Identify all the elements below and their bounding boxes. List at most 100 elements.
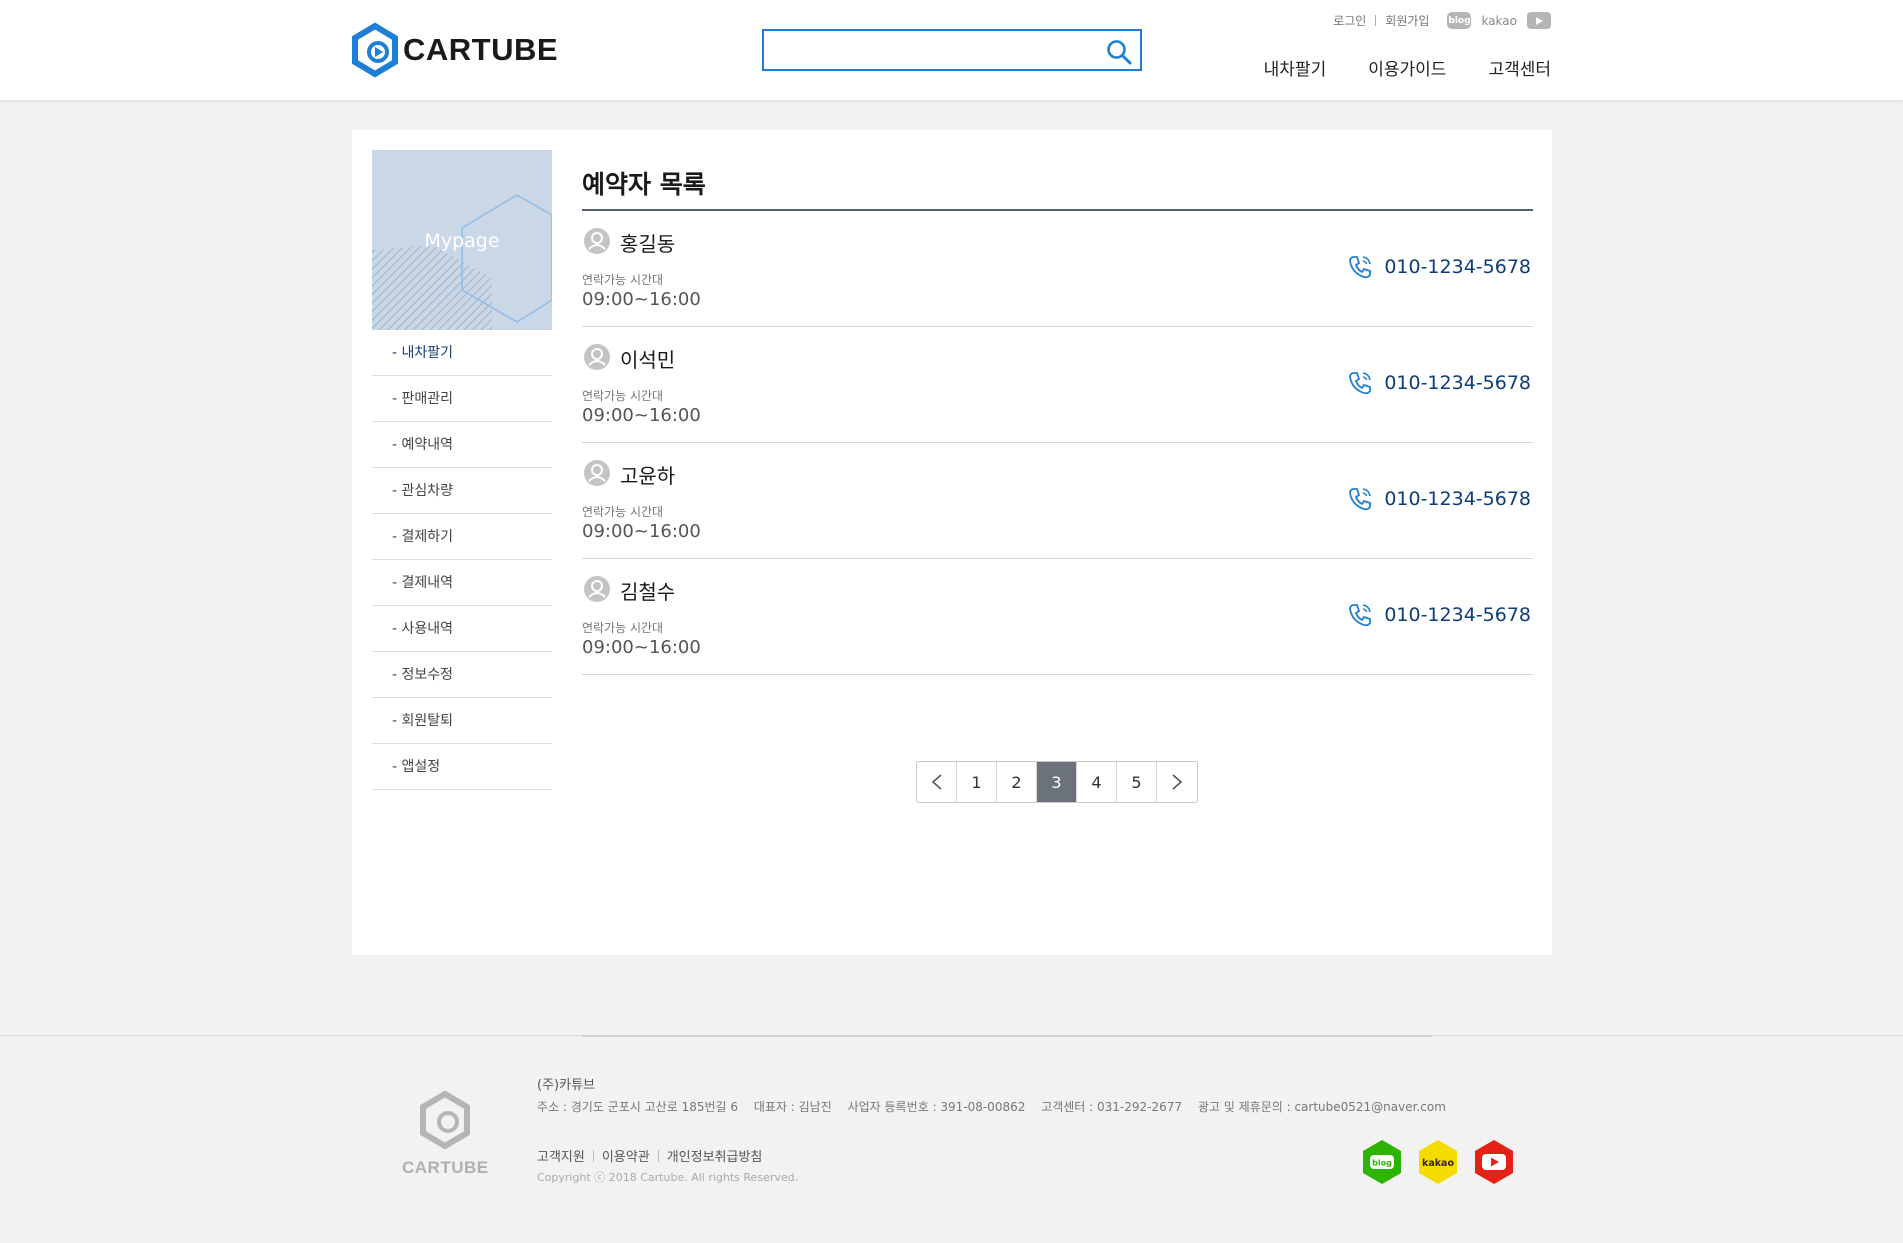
phone-icon <box>1349 372 1372 395</box>
cartube-logo[interactable]: CARTUBE <box>351 22 558 78</box>
page-button[interactable]: 1 <box>957 762 997 802</box>
cartube-logo-icon <box>420 1090 471 1150</box>
phone-link[interactable]: 010-1234-5678 <box>1346 485 1531 513</box>
search-box <box>762 29 1142 71</box>
reservation-list: 홍길동 연락가능 시간대 09:00~16:00 010-1234-5678 이… <box>582 211 1533 675</box>
company-info: 주소 : 경기도 군포시 고산로 185번길 6 대표자 : 김남진 사업자 등… <box>537 1098 1458 1115</box>
sidebar-item-edit-info[interactable]: - 정보수정 <box>372 652 552 698</box>
mypage-banner: Mypage <box>372 150 552 330</box>
divider <box>657 1149 659 1162</box>
social-links: blog kakao <box>1348 1138 1516 1190</box>
reservation-row: 홍길동 연락가능 시간대 09:00~16:00 010-1234-5678 <box>582 211 1533 327</box>
page-button[interactable]: 4 <box>1077 762 1117 802</box>
user-icon <box>584 344 610 374</box>
divider <box>592 1149 594 1162</box>
contact-time-label: 연락가능 시간대 <box>582 389 664 403</box>
divider <box>582 1036 1432 1037</box>
phone-number: 010-1234-5678 <box>1384 604 1531 626</box>
company-ceo: 대표자 : 김남진 <box>753 1100 832 1114</box>
nav-customer-center[interactable]: 고객센터 <box>1488 55 1551 80</box>
contact-time-label: 연락가능 시간대 <box>582 505 664 519</box>
kakao-icon[interactable]: kakao <box>1416 1138 1460 1190</box>
customer-center-phone: 고객센터 : 031-292-2677 <box>1041 1100 1183 1114</box>
phone-icon <box>1349 604 1372 627</box>
sidebar-item-app-settings[interactable]: - 앱설정 <box>372 744 552 790</box>
sidebar-item-payment-history[interactable]: - 결제내역 <box>372 560 552 606</box>
nav-sell-car[interactable]: 내차팔기 <box>1264 55 1327 80</box>
reservation-name: 이석민 <box>620 348 676 372</box>
footer-links: 고객지원 이용약관 개인정보취급방침 <box>537 1146 762 1165</box>
phone-icon <box>1349 256 1372 279</box>
phone-number: 010-1234-5678 <box>1384 256 1531 278</box>
phone-link[interactable]: 010-1234-5678 <box>1346 253 1531 281</box>
page-button[interactable]: 2 <box>997 762 1037 802</box>
content-panel: Mypage - 내차팔기 - 판매관리 - 예약내역 - 관심차량 - 결제하… <box>352 130 1552 955</box>
contact-time-label: 연락가능 시간대 <box>582 273 664 287</box>
contact-time: 09:00~16:00 <box>582 637 701 658</box>
sidebar-item-favorite-cars[interactable]: - 관심차량 <box>372 468 552 514</box>
user-icon <box>584 576 610 606</box>
footer-logo: CARTUBE <box>402 1090 489 1178</box>
kakao-link[interactable]: kakao <box>1481 14 1517 28</box>
site-header: CARTUBE 로그인 회원가입 blog kakao 내차팔기 이용가이드 고… <box>0 0 1903 100</box>
reservation-row: 이석민 연락가능 시간대 09:00~16:00 010-1234-5678 <box>582 327 1533 443</box>
sidebar-menu: - 내차팔기 - 판매관리 - 예약내역 - 관심차량 - 결제하기 - 결제내… <box>372 330 552 790</box>
contact-time: 09:00~16:00 <box>582 521 701 542</box>
company-address: 주소 : 경기도 군포시 고산로 185번길 6 <box>537 1100 738 1114</box>
blog-icon-text: blog <box>1372 1159 1392 1168</box>
reservation-row: 김철수 연락가능 시간대 09:00~16:00 010-1234-5678 <box>582 559 1533 675</box>
footer-link-terms[interactable]: 이용약관 <box>602 1146 650 1165</box>
reservation-name: 고윤하 <box>620 464 676 488</box>
phone-number: 010-1234-5678 <box>1384 488 1531 510</box>
main-nav: 내차팔기 이용가이드 고객센터 <box>1222 55 1551 80</box>
kakao-icon-text: kakao <box>1422 1158 1454 1169</box>
chevron-right-icon <box>1172 774 1183 790</box>
footer-logo-text: CARTUBE <box>402 1158 489 1177</box>
phone-link[interactable]: 010-1234-5678 <box>1346 601 1531 629</box>
youtube-icon[interactable] <box>1527 12 1551 29</box>
footer-link-support[interactable]: 고객지원 <box>537 1146 585 1165</box>
main-content: 예약자 목록 홍길동 연락가능 시간대 09:00~16:00 010-1234… <box>582 165 1533 675</box>
page-button-current[interactable]: 3 <box>1037 762 1077 802</box>
user-icon <box>584 460 610 490</box>
footer-link-privacy[interactable]: 개인정보취급방침 <box>667 1146 763 1165</box>
login-link[interactable]: 로그인 <box>1333 12 1366 29</box>
sidebar-item-payment[interactable]: - 결제하기 <box>372 514 552 560</box>
sidebar-item-sales-management[interactable]: - 판매관리 <box>372 376 552 422</box>
search-input[interactable] <box>764 31 1094 69</box>
user-icon <box>584 228 610 258</box>
contact-time: 09:00~16:00 <box>582 405 701 426</box>
blog-icon[interactable]: blog <box>1360 1138 1404 1190</box>
company-name: (주)카튜브 <box>537 1078 595 1093</box>
sidebar: Mypage - 내차팔기 - 판매관리 - 예약내역 - 관심차량 - 결제하… <box>372 150 552 790</box>
phone-icon <box>1349 488 1372 511</box>
cartube-logo-icon <box>352 22 398 78</box>
logo-text: CARTUBE <box>403 32 559 67</box>
reservation-name: 홍길동 <box>620 232 676 256</box>
phone-link[interactable]: 010-1234-5678 <box>1346 369 1531 397</box>
partnership-email: 광고 및 제휴문의 : cartube0521@naver.com <box>1197 1100 1446 1114</box>
copyright: Copyright ⓒ 2018 Cartube. All rights Res… <box>537 1171 799 1184</box>
page-title: 예약자 목록 <box>582 165 1533 211</box>
contact-time: 09:00~16:00 <box>582 289 701 310</box>
reservation-row: 고윤하 연락가능 시간대 09:00~16:00 010-1234-5678 <box>582 443 1533 559</box>
chevron-left-icon <box>931 774 942 790</box>
sidebar-item-withdraw[interactable]: - 회원탈퇴 <box>372 698 552 744</box>
page-button[interactable]: 5 <box>1117 762 1157 802</box>
search-icon[interactable] <box>1106 39 1132 69</box>
phone-number: 010-1234-5678 <box>1384 372 1531 394</box>
sidebar-item-sell-car[interactable]: - 내차팔기 <box>372 330 552 376</box>
site-footer: CARTUBE (주)카튜브 주소 : 경기도 군포시 고산로 185번길 6 … <box>0 1035 1903 1243</box>
nav-guide[interactable]: 이용가이드 <box>1368 55 1446 80</box>
mypage-title: Mypage <box>424 230 500 252</box>
divider <box>1375 15 1377 26</box>
sidebar-item-usage-history[interactable]: - 사용내역 <box>372 606 552 652</box>
next-page-button[interactable] <box>1157 762 1197 802</box>
sidebar-item-reservations[interactable]: - 예약내역 <box>372 422 552 468</box>
utility-links: 로그인 회원가입 blog kakao <box>1333 12 1551 29</box>
blog-icon[interactable]: blog <box>1447 12 1472 29</box>
signup-link[interactable]: 회원가입 <box>1385 12 1429 29</box>
youtube-icon[interactable] <box>1472 1138 1516 1190</box>
prev-page-button[interactable] <box>917 762 957 802</box>
reservation-name: 김철수 <box>620 580 676 604</box>
